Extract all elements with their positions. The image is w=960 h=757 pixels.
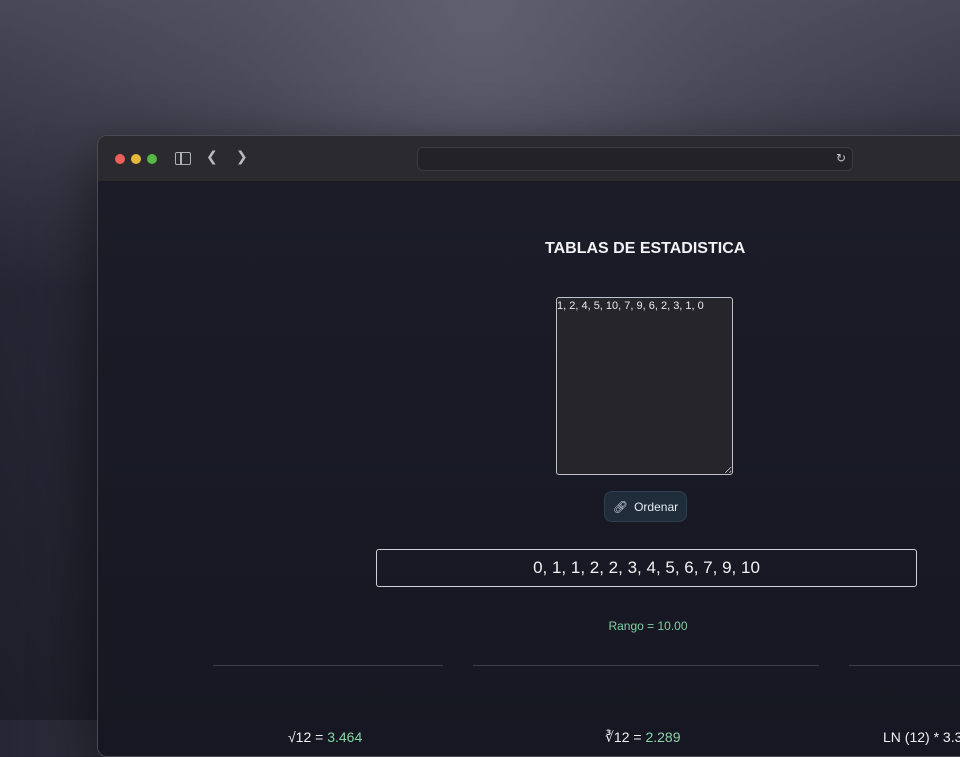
divider (473, 665, 819, 666)
divider (213, 665, 443, 666)
address-bar[interactable]: ↻ (417, 147, 853, 171)
cbrt-stat: ∛12 = 2.289 (605, 729, 681, 746)
divider (849, 665, 960, 666)
sqrt-stat: √12 = 3.464 (288, 729, 362, 745)
data-input[interactable] (556, 297, 733, 475)
browser-window: ❮ ❯ ↻ TABLAS DE ESTADISTICA 🔗︎ Ordenar 0… (97, 135, 960, 757)
page-title: TABLAS DE ESTADISTICA (545, 240, 746, 257)
forward-icon[interactable]: ❯ (236, 150, 248, 164)
ordenar-button[interactable]: 🔗︎ Ordenar (604, 491, 687, 522)
rango-text: Rango = 10.00 (608, 619, 688, 633)
sqrt-expr: √12 = (288, 729, 328, 745)
reload-icon[interactable]: ↻ (836, 151, 846, 165)
link-icon: 🔗︎ (612, 499, 629, 514)
ln-stat: LN (12) * 3.3 (883, 729, 960, 745)
cbrt-value: 2.289 (645, 729, 681, 745)
minimize-window-button[interactable] (131, 154, 141, 164)
browser-toolbar: ❮ ❯ ↻ (98, 136, 960, 182)
ordenar-label: Ordenar (634, 499, 679, 514)
sidebar-icon[interactable] (175, 152, 191, 165)
back-icon[interactable]: ❮ (206, 150, 218, 164)
close-window-button[interactable] (115, 154, 125, 164)
cbrt-expr: ∛12 = (605, 729, 646, 745)
ln-expr: LN (12) * 3.3 (883, 729, 960, 745)
sorted-values: 0, 1, 1, 2, 2, 3, 4, 5, 6, 7, 9, 10 (376, 549, 917, 587)
sqrt-value: 3.464 (327, 729, 363, 745)
zoom-window-button[interactable] (147, 154, 157, 164)
page-content: TABLAS DE ESTADISTICA 🔗︎ Ordenar 0, 1, 1… (98, 182, 960, 756)
